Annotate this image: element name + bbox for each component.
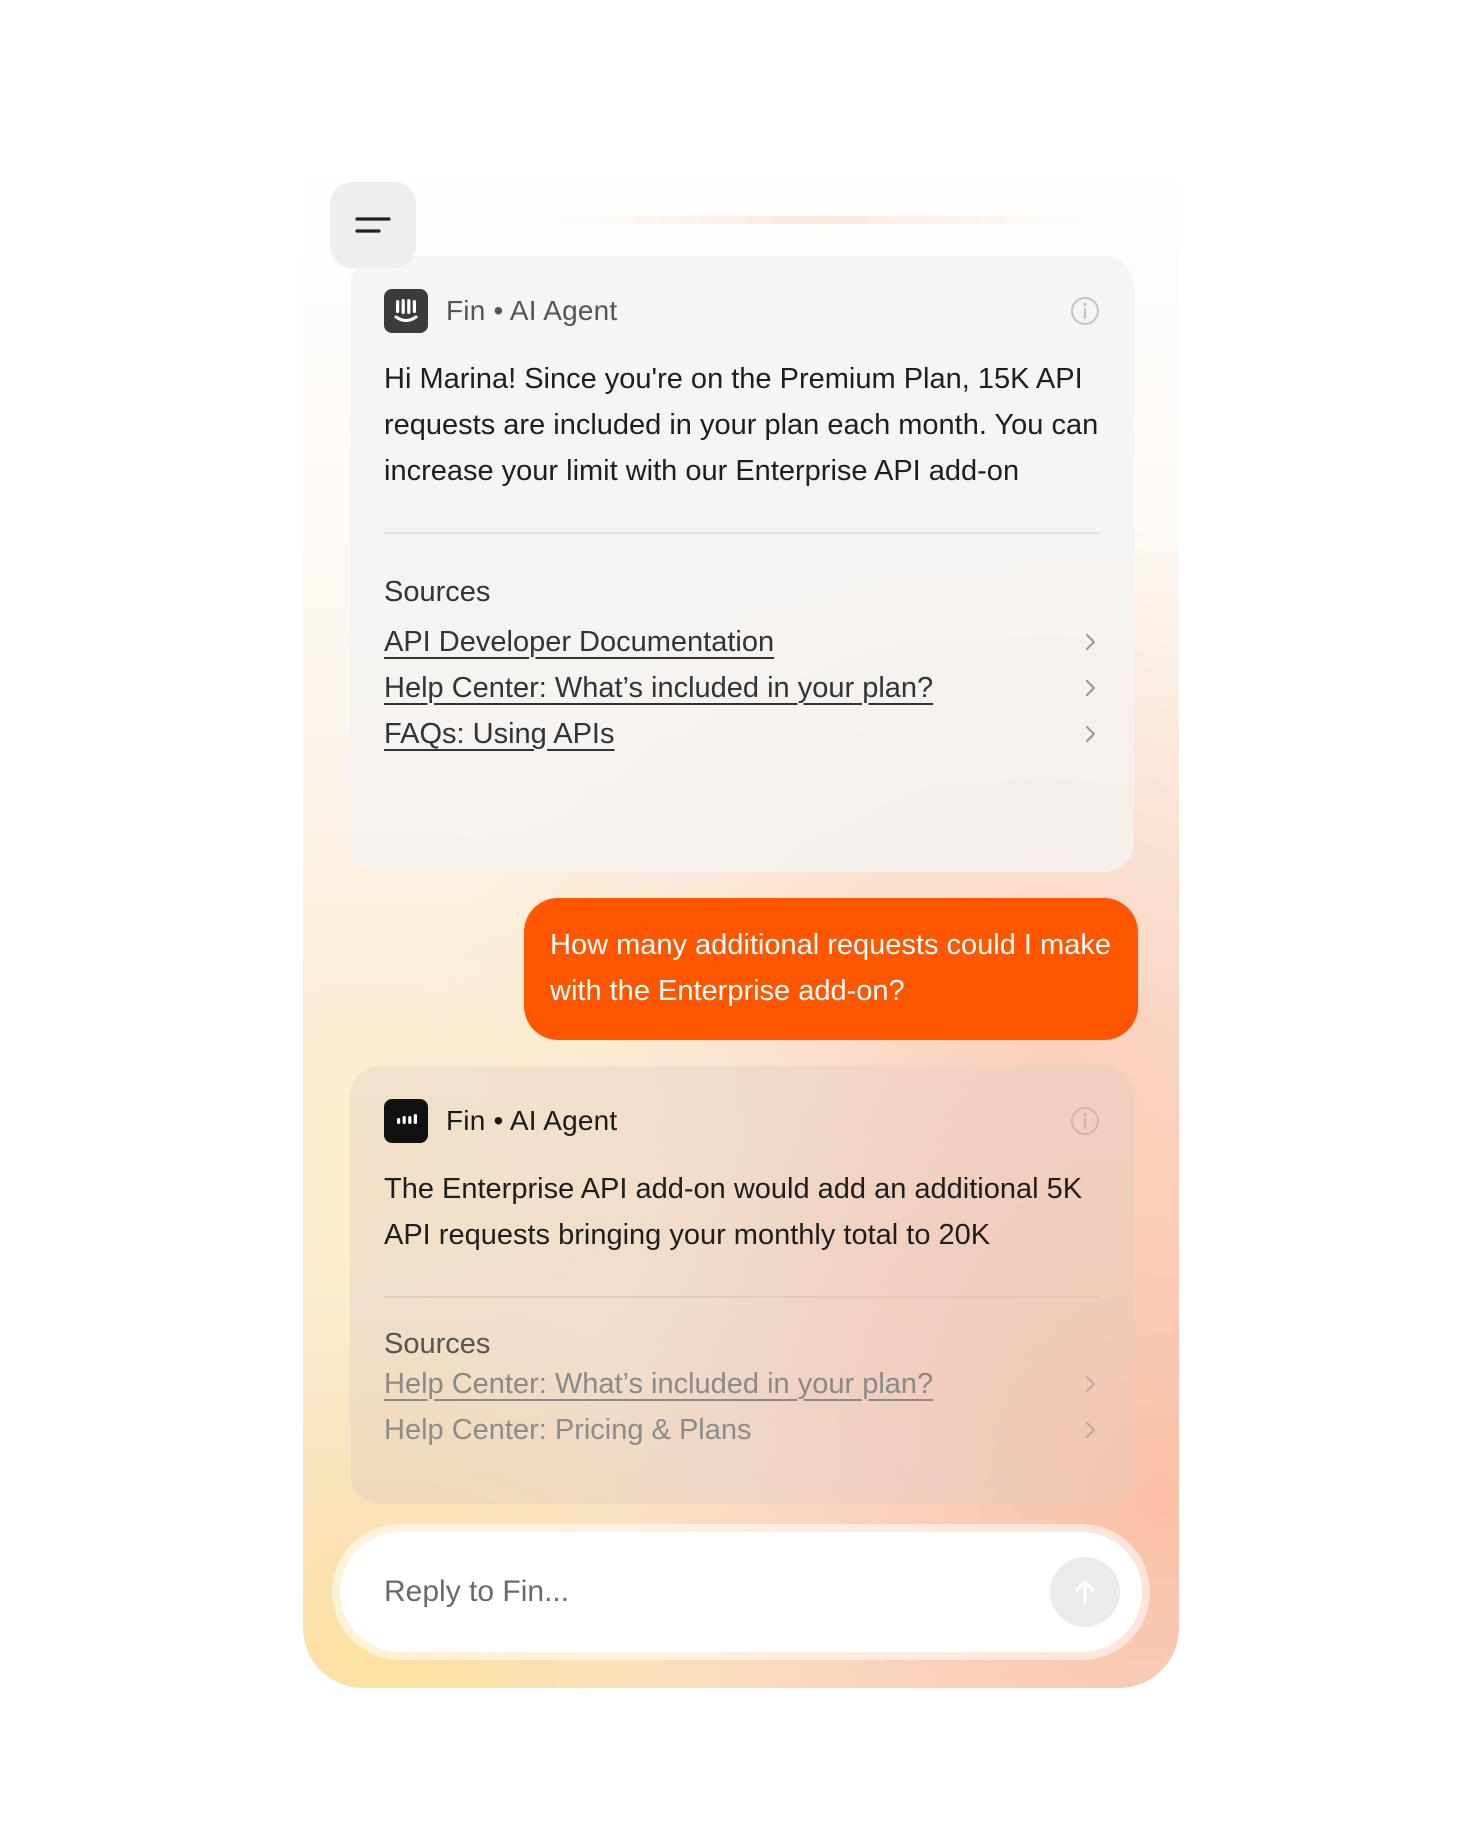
scroll-fade bbox=[545, 216, 1095, 224]
fin-logo-icon bbox=[384, 289, 428, 333]
source-link[interactable]: API Developer Documentation bbox=[384, 626, 774, 659]
sources-title: Sources bbox=[384, 576, 491, 608]
divider bbox=[384, 532, 1100, 534]
source-item[interactable]: FAQs: Using APIs bbox=[384, 711, 1100, 757]
agent-name: Fin • AI Agent bbox=[446, 295, 618, 326]
chat-stage: Fin • AI Agent Hi Marina! Since you're o… bbox=[0, 0, 1478, 1848]
message-header: Fin • AI Agent bbox=[384, 288, 1100, 334]
agent-message-card: Fin • AI Agent Hi Marina! Since you're o… bbox=[350, 256, 1134, 872]
sources-list: API Developer Documentation Help Center:… bbox=[384, 619, 1100, 757]
sources-list: Help Center: What’s included in your pla… bbox=[384, 1361, 1100, 1453]
menu-button[interactable] bbox=[330, 182, 416, 268]
source-link[interactable]: Help Center: What’s included in your pla… bbox=[384, 672, 933, 705]
source-item[interactable]: Help Center: What’s included in your pla… bbox=[384, 1361, 1100, 1407]
info-icon[interactable] bbox=[1070, 296, 1100, 326]
chevron-right-icon bbox=[1085, 679, 1096, 697]
source-link[interactable]: Help Center: What’s included in your pla… bbox=[384, 1368, 933, 1401]
chevron-right-icon bbox=[1085, 725, 1096, 743]
message-header: Fin • AI Agent bbox=[384, 1098, 1100, 1144]
source-link[interactable]: FAQs: Using APIs bbox=[384, 718, 614, 751]
arrow-up-icon bbox=[1075, 1580, 1095, 1604]
user-message-bubble: How many additional requests could I mak… bbox=[524, 898, 1138, 1040]
source-item[interactable]: Help Center: Pricing & Plans bbox=[384, 1407, 1100, 1453]
chevron-right-icon bbox=[1085, 1421, 1096, 1439]
chevron-right-icon bbox=[1085, 633, 1096, 651]
agent-message-text: The Enterprise API add-on would add an a… bbox=[384, 1173, 1083, 1251]
chevron-right-icon bbox=[1085, 1375, 1096, 1393]
source-link[interactable]: Help Center: Pricing & Plans bbox=[384, 1414, 752, 1447]
info-icon[interactable] bbox=[1070, 1106, 1100, 1136]
agent-message-text: Hi Marina! Since you're on the Premium P… bbox=[384, 363, 1099, 487]
source-item[interactable]: API Developer Documentation bbox=[384, 619, 1100, 665]
sources-title: Sources bbox=[384, 1328, 491, 1360]
fin-logo-icon bbox=[384, 1099, 428, 1143]
source-item[interactable]: Help Center: What’s included in your pla… bbox=[384, 665, 1100, 711]
agent-message-card: Fin • AI Agent The Enterprise API add-on… bbox=[350, 1066, 1134, 1504]
reply-composer bbox=[340, 1532, 1142, 1652]
divider bbox=[384, 1296, 1100, 1298]
send-button[interactable] bbox=[1050, 1557, 1120, 1627]
menu-icon bbox=[355, 217, 391, 233]
reply-input[interactable] bbox=[382, 1574, 1050, 1610]
agent-name: Fin • AI Agent bbox=[446, 1105, 618, 1136]
